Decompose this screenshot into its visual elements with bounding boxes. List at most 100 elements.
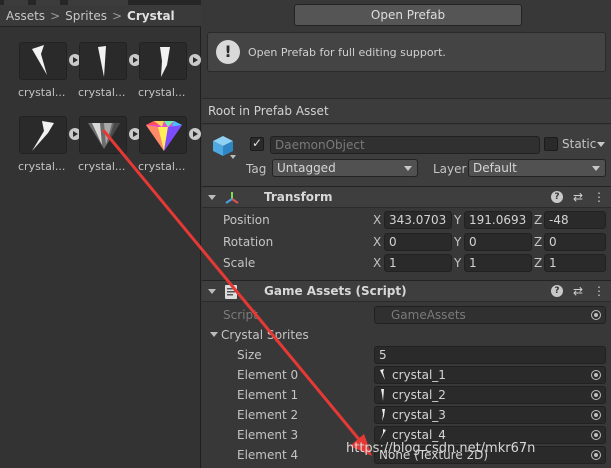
script-label: Script — [223, 308, 258, 322]
fold-icon[interactable] — [210, 332, 218, 337]
sprite-thumbnail — [79, 42, 127, 80]
size-field[interactable]: 5 — [374, 346, 606, 364]
position-label[interactable]: Position — [223, 213, 270, 227]
play-icon[interactable] — [189, 54, 201, 66]
asset-label: crystal... — [18, 86, 66, 99]
transform-title: Transform — [264, 190, 333, 204]
asset-label: crystal... — [18, 160, 66, 173]
rotation-label[interactable]: Rotation — [223, 235, 273, 249]
object-picker-icon[interactable] — [591, 410, 601, 420]
chevron-down-icon — [404, 166, 412, 171]
position-y-field[interactable]: 191.0693 — [464, 211, 532, 229]
crystal-sprites-label: Crystal Sprites — [221, 328, 309, 342]
element-2-field[interactable]: crystal_3 — [374, 406, 606, 424]
object-picker-icon[interactable] — [591, 430, 601, 440]
asset-crystal-2[interactable]: crystal... — [78, 42, 141, 102]
cube-icon[interactable] — [212, 135, 234, 157]
breadcrumb-separator: > — [111, 8, 123, 23]
crystal-sprites-foldout[interactable]: Crystal Sprites — [210, 328, 309, 342]
static-checkbox[interactable] — [544, 137, 558, 151]
script-value: GameAssets — [391, 308, 466, 322]
axis-x-label[interactable]: X — [373, 235, 381, 249]
element-4-label: Element 4 — [237, 448, 299, 462]
object-picker-icon — [591, 310, 601, 320]
game-assets-title: Game Assets (Script) — [264, 284, 407, 298]
sprite-thumbnail — [79, 116, 127, 154]
scale-y-field[interactable]: 1 — [464, 254, 532, 272]
breadcrumb-crystal[interactable]: Crystal — [127, 9, 175, 23]
rotation-y-field[interactable]: 0 — [464, 233, 532, 251]
element-1-field[interactable]: crystal_2 — [374, 386, 606, 404]
position-x-field[interactable]: 343.0703 — [384, 211, 452, 229]
rotation-x-field[interactable]: 0 — [384, 233, 452, 251]
breadcrumb-assets[interactable]: Assets — [6, 9, 45, 23]
sprite-thumbnail — [139, 42, 187, 80]
asset-crystal-gray[interactable]: crystal... — [78, 116, 141, 176]
preset-icon[interactable]: ⇄ — [573, 190, 583, 204]
scale-z-field[interactable]: 1 — [544, 254, 606, 272]
object-picker-icon[interactable] — [591, 390, 601, 400]
axis-z-label[interactable]: Z — [534, 256, 542, 270]
asset-crystal-rainbow[interactable]: crystal... — [138, 116, 201, 176]
axis-x-label[interactable]: X — [373, 256, 381, 270]
preset-icon[interactable]: ⇄ — [573, 284, 583, 298]
axis-x-label[interactable]: X — [373, 213, 381, 227]
script-icon — [225, 285, 237, 299]
object-name-field[interactable]: DaemonObject — [270, 136, 540, 154]
help-box: ! Open Prefab for full editing support. — [207, 32, 606, 72]
sprite-icon — [380, 429, 386, 440]
element-3-label: Element 3 — [237, 428, 299, 442]
tag-dropdown[interactable]: Untagged — [272, 159, 418, 177]
sprite-icon — [381, 389, 384, 401]
help-message: Open Prefab for full editing support. — [248, 46, 446, 59]
sprite-icon — [380, 369, 385, 380]
static-dropdown[interactable] — [596, 136, 610, 154]
menu-icon[interactable]: ⋮ — [593, 284, 605, 298]
help-icon[interactable]: ? — [550, 285, 563, 297]
chevron-down-icon[interactable] — [230, 155, 236, 159]
element-3-value: crystal_4 — [392, 428, 446, 442]
breadcrumb-sprites[interactable]: Sprites — [65, 9, 107, 23]
root-in-prefab-bar: Root in Prefab Asset — [202, 98, 611, 124]
object-picker-icon[interactable] — [591, 370, 601, 380]
axis-y-label[interactable]: Y — [454, 213, 461, 227]
play-icon[interactable] — [189, 128, 201, 140]
game-assets-header[interactable]: Game Assets (Script) ? ⇄ ⋮ — [202, 280, 611, 302]
axis-z-label[interactable]: Z — [534, 235, 542, 249]
menu-icon[interactable]: ⋮ — [593, 190, 605, 204]
tag-label: Tag — [246, 162, 267, 176]
info-icon: ! — [216, 40, 240, 64]
size-label[interactable]: Size — [237, 348, 262, 362]
root-label: Root in Prefab Asset — [208, 104, 329, 118]
active-checkbox[interactable] — [250, 136, 264, 151]
asset-label: crystal... — [138, 160, 186, 173]
breadcrumb-separator: > — [50, 8, 61, 23]
asset-crystal-4[interactable]: crystal... — [18, 116, 81, 176]
open-prefab-button[interactable]: Open Prefab — [294, 4, 522, 26]
sprite-icon — [382, 409, 385, 421]
breadcrumb: Assets > Sprites > Crystal — [0, 5, 201, 27]
fold-icon[interactable] — [208, 195, 216, 200]
transform-icon — [225, 192, 239, 204]
help-icon[interactable]: ? — [550, 191, 563, 203]
axis-y-label[interactable]: Y — [454, 235, 461, 249]
sprite-thumbnail — [139, 116, 187, 154]
axis-z-label[interactable]: Z — [534, 213, 542, 227]
tag-value: Untagged — [277, 161, 336, 175]
element-0-field[interactable]: crystal_1 — [374, 366, 606, 384]
transform-header[interactable]: Transform ? ⇄ ⋮ — [202, 186, 611, 208]
project-panel: Assets > Sprites > Crystal crystal... cr… — [0, 0, 201, 468]
object-picker-icon[interactable] — [591, 450, 601, 460]
element-2-label: Element 2 — [237, 408, 299, 422]
scale-label[interactable]: Scale — [223, 256, 255, 270]
layer-dropdown[interactable]: Default — [468, 159, 606, 177]
asset-crystal-1[interactable]: crystal... — [18, 42, 81, 102]
asset-crystal-3[interactable]: crystal... — [138, 42, 201, 102]
position-z-field[interactable]: -48 — [544, 211, 606, 229]
watermark: https://blog.csdn.net/mkr67n — [346, 441, 536, 456]
rotation-z-field[interactable]: 0 — [544, 233, 606, 251]
sprite-thumbnail — [19, 42, 67, 80]
scale-x-field[interactable]: 1 — [384, 254, 452, 272]
axis-y-label[interactable]: Y — [454, 256, 461, 270]
fold-icon[interactable] — [208, 289, 216, 294]
